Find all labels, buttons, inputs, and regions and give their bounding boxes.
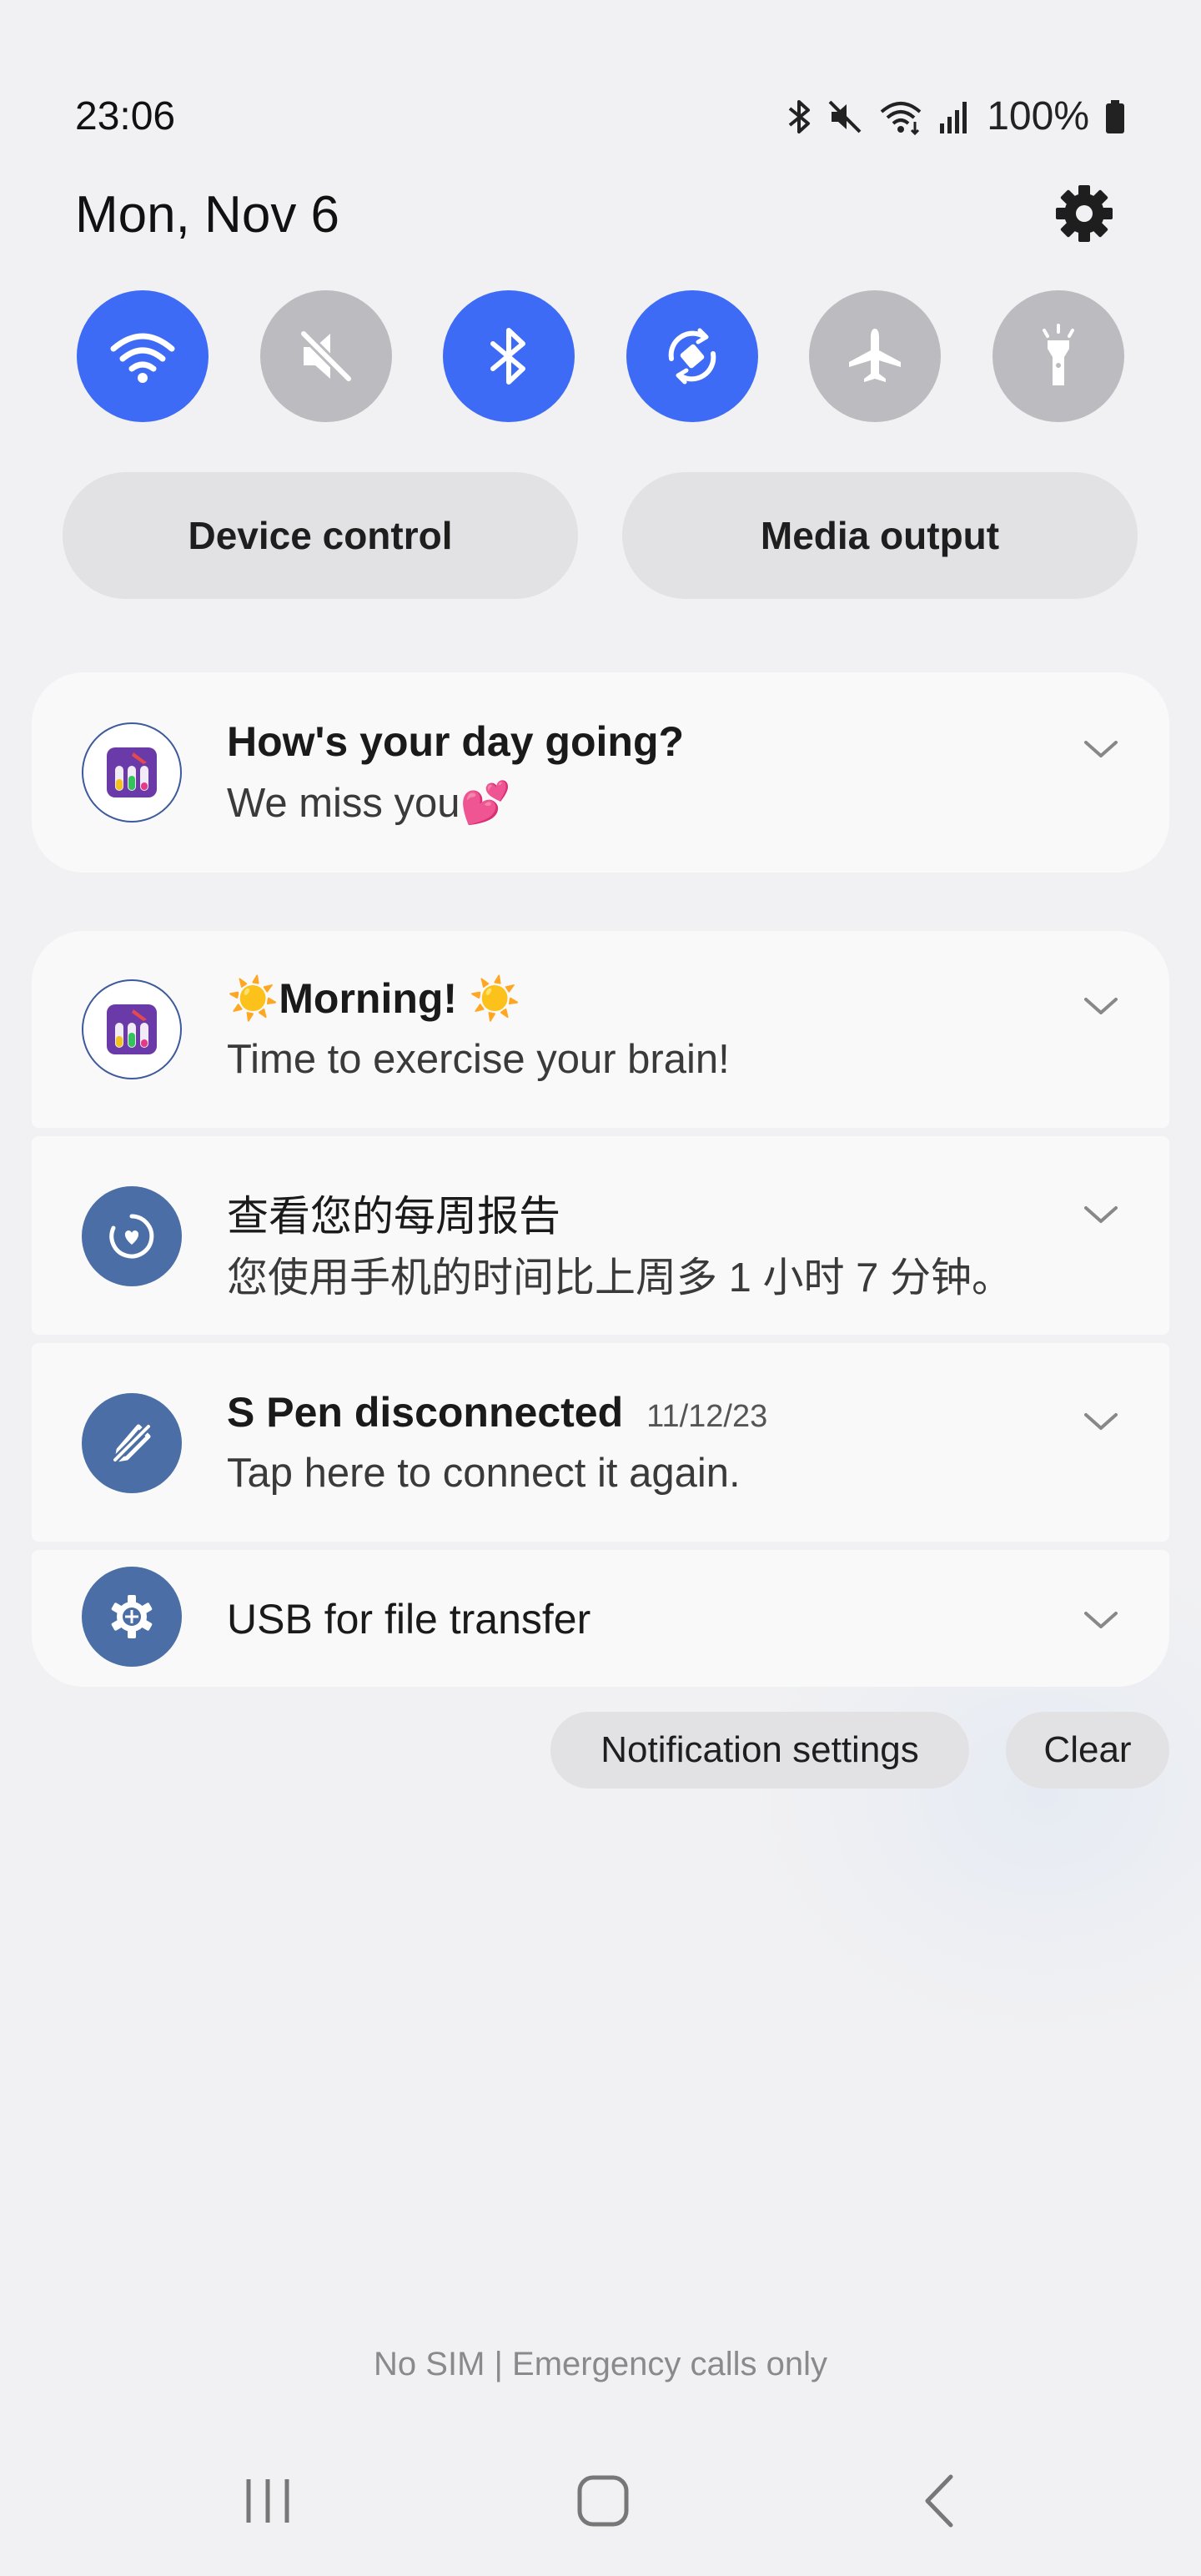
settings-gear-icon[interactable] bbox=[1053, 182, 1116, 245]
notification-time: 11/12/23 bbox=[646, 1399, 768, 1434]
notification-title: How's your day going? bbox=[227, 718, 685, 765]
back-button[interactable] bbox=[894, 2468, 986, 2534]
status-time: 23:06 bbox=[75, 94, 176, 138]
sound-toggle[interactable] bbox=[259, 290, 392, 422]
notification-text: Tap here to connect it again. bbox=[227, 1451, 741, 1496]
airplane-toggle[interactable] bbox=[809, 290, 942, 422]
notification-card[interactable]: How's your day going? We miss you💕 bbox=[32, 672, 1169, 873]
notification-card[interactable]: 查看您的每周报告 您使用手机的时间比上周多 1 小时 7 分钟。 bbox=[32, 1136, 1169, 1335]
clear-button[interactable]: Clear bbox=[1006, 1712, 1169, 1789]
flashlight-icon bbox=[1042, 324, 1074, 385]
device-control-button[interactable]: Device control bbox=[63, 472, 578, 599]
mute-icon bbox=[827, 98, 863, 135]
game-app-icon bbox=[82, 979, 182, 1079]
battery-icon bbox=[1104, 98, 1126, 135]
chevron-down-icon[interactable] bbox=[1083, 1203, 1119, 1226]
auto-rotate-icon bbox=[668, 328, 716, 385]
home-button[interactable] bbox=[557, 2468, 649, 2534]
bluetooth-toggle[interactable] bbox=[443, 290, 575, 422]
notification-text: Time to exercise your brain! bbox=[227, 1037, 730, 1082]
wifi-toggle[interactable] bbox=[77, 290, 209, 422]
battery-percent: 100% bbox=[987, 94, 1089, 138]
notification-text: We miss you💕 bbox=[227, 781, 511, 826]
notification-card[interactable]: ☀️Morning! ☀️ Time to exercise your brai… bbox=[32, 931, 1169, 1128]
home-icon bbox=[577, 2475, 629, 2527]
status-icons: 100% bbox=[786, 93, 1126, 139]
wifi-icon bbox=[110, 333, 175, 383]
media-output-button[interactable]: Media output bbox=[622, 472, 1138, 599]
recent-apps-icon bbox=[246, 2479, 289, 2523]
signal-icon bbox=[938, 98, 972, 135]
bluetooth-icon bbox=[490, 328, 526, 385]
recent-apps-button[interactable] bbox=[222, 2468, 314, 2534]
notification-card[interactable]: USB for file transfer bbox=[32, 1550, 1169, 1687]
chevron-down-icon[interactable] bbox=[1083, 737, 1119, 761]
chevron-down-icon[interactable] bbox=[1083, 994, 1119, 1018]
notification-title: USB for file transfer bbox=[227, 1596, 591, 1643]
flashlight-toggle[interactable] bbox=[992, 290, 1124, 422]
mute-icon bbox=[299, 330, 352, 383]
airplane-icon bbox=[849, 329, 902, 382]
s-pen-icon bbox=[82, 1393, 182, 1493]
chevron-down-icon[interactable] bbox=[1083, 1608, 1119, 1632]
back-icon bbox=[925, 2474, 953, 2528]
notification-title: ☀️Morning! ☀️ bbox=[227, 975, 521, 1022]
quick-toggles bbox=[77, 290, 1124, 422]
digital-wellbeing-icon bbox=[82, 1186, 182, 1286]
auto-rotate-toggle[interactable] bbox=[626, 290, 758, 422]
game-app-icon bbox=[82, 722, 182, 823]
chevron-down-icon[interactable] bbox=[1083, 1410, 1119, 1433]
wifi-icon bbox=[878, 98, 923, 135]
bluetooth-icon bbox=[786, 98, 812, 135]
usb-settings-icon bbox=[82, 1567, 182, 1667]
notification-title: S Pen disconnected 11/12/23 bbox=[227, 1388, 767, 1436]
notification-card[interactable]: S Pen disconnected 11/12/23 Tap here to c… bbox=[32, 1343, 1169, 1542]
notification-title: 查看您的每周报告 bbox=[227, 1193, 560, 1240]
notification-settings-button[interactable]: Notification settings bbox=[550, 1712, 969, 1789]
notification-title-text: S Pen disconnected bbox=[227, 1389, 624, 1436]
carrier-status: No SIM | Emergency calls only bbox=[374, 2346, 827, 2382]
notification-text: 您使用手机的时间比上周多 1 小时 7 分钟。 bbox=[227, 1255, 1013, 1301]
date-label: Mon, Nov 6 bbox=[75, 186, 340, 244]
